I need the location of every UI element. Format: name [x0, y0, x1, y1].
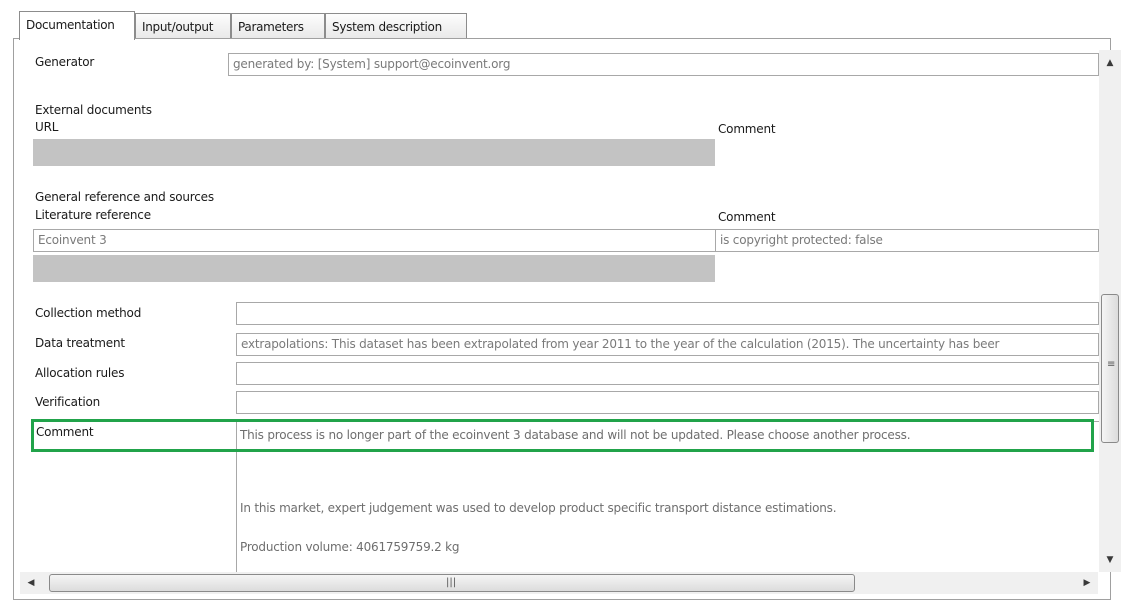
comment-row-highlight: [31, 419, 1094, 452]
verification-field[interactable]: [236, 391, 1099, 414]
allocation-rules-label: Allocation rules: [35, 366, 125, 380]
collection-method-label: Collection method: [35, 306, 142, 320]
tab-input-output[interactable]: Input/output: [135, 13, 231, 39]
horizontal-thumb-grip-icon: |||: [446, 577, 457, 588]
allocation-rules-field[interactable]: [236, 362, 1099, 385]
general-reference-heading: General reference and sources: [35, 190, 214, 204]
vertical-thumb-grip-icon: ≡: [1107, 359, 1116, 370]
data-treatment-field[interactable]: extrapolations: This dataset has been ex…: [236, 333, 1099, 356]
url-column-header: URL: [35, 120, 59, 134]
reference-comment-cell[interactable]: is copyright protected: false: [715, 229, 1099, 252]
scroll-right-icon[interactable]: ▶: [1078, 573, 1096, 593]
horizontal-scroll-thumb[interactable]: |||: [49, 574, 855, 592]
collection-method-field[interactable]: [236, 302, 1099, 325]
horizontal-scrollbar[interactable]: ◀ ||| ▶: [20, 572, 1098, 594]
comment-line-expert-judgement: In this market, expert judgement was use…: [240, 501, 837, 515]
vertical-scrollbar[interactable]: ▲ ≡ ▼: [1099, 50, 1121, 572]
reference-empty-row: [33, 255, 715, 282]
vertical-scroll-thumb[interactable]: ≡: [1101, 294, 1119, 443]
literature-reference-cell[interactable]: Ecoinvent 3: [33, 229, 716, 252]
external-documents-empty-row: [33, 139, 715, 166]
scroll-down-icon[interactable]: ▼: [1099, 550, 1121, 570]
comment-line-production-volume: Production volume: 4061759759.2 kg: [240, 540, 460, 554]
tab-system-description[interactable]: System description: [325, 13, 467, 39]
external-comment-column-header: Comment: [718, 122, 776, 136]
tab-strip: Documentation Input/output Parameters Sy…: [13, 11, 1111, 40]
generator-label: Generator: [35, 55, 95, 69]
external-documents-heading: External documents: [35, 103, 152, 117]
scroll-up-icon[interactable]: ▲: [1099, 53, 1121, 73]
tab-documentation[interactable]: Documentation: [19, 11, 135, 40]
scroll-left-icon[interactable]: ◀: [22, 573, 40, 593]
data-treatment-label: Data treatment: [35, 336, 125, 350]
reference-comment-column-header: Comment: [718, 210, 776, 224]
literature-reference-column-header: Literature reference: [35, 208, 151, 222]
verification-label: Verification: [35, 395, 101, 409]
tab-parameters[interactable]: Parameters: [231, 13, 325, 39]
generator-field[interactable]: generated by: [System] support@ecoinvent…: [228, 53, 1099, 76]
